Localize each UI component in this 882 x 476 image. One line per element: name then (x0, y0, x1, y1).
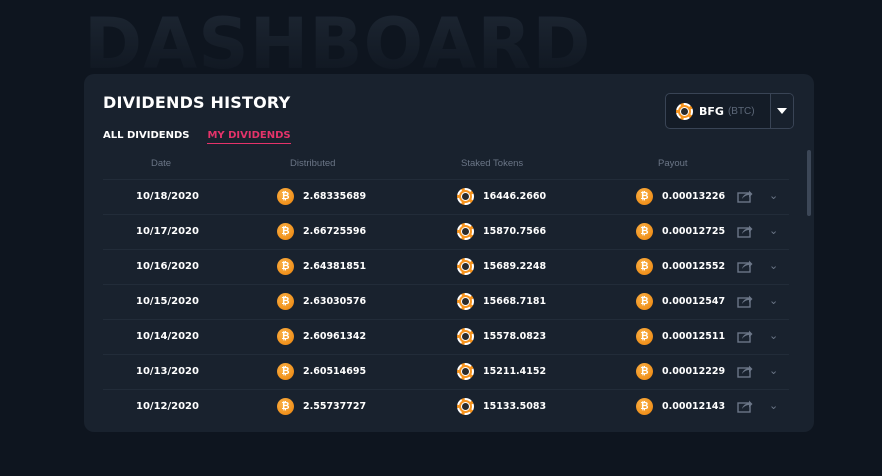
row-staked-tokens: 15668.7181 (483, 296, 547, 307)
bfg-chip-icon (457, 188, 474, 205)
bfg-chip-icon (676, 102, 693, 120)
row-date: 10/12/2020 (136, 401, 199, 412)
chevron-down-icon[interactable]: ⌄ (769, 224, 778, 237)
btc-icon: ₿ (277, 398, 294, 415)
row-distributed: 2.60514695 (303, 366, 367, 377)
row-date: 10/17/2020 (136, 226, 199, 237)
token-selector[interactable]: BFG (BTC) (665, 93, 794, 129)
selector-dropdown-button[interactable] (770, 94, 793, 128)
btc-icon: ₿ (636, 223, 653, 240)
bfg-chip-icon (457, 293, 474, 310)
token-sub-label: (BTC) (727, 105, 755, 117)
row-payout: 0.00012143 (662, 401, 726, 412)
btc-icon: ₿ (636, 258, 653, 275)
table-row: 10/13/2020 ₿ 2.60514695 15211.4152 ₿ 0.000… (103, 354, 789, 389)
column-header-payout: Payout (658, 158, 688, 169)
bfg-chip-icon (457, 363, 474, 380)
row-staked-tokens: 16446.2660 (483, 191, 547, 202)
btc-icon: ₿ (636, 188, 653, 205)
row-payout: 0.00012229 (662, 366, 726, 377)
chevron-down-icon[interactable]: ⌄ (769, 259, 778, 272)
tab-all-dividends[interactable]: ALL DIVIDENDS (103, 130, 189, 144)
share-icon[interactable] (737, 224, 753, 238)
table-row: 10/15/2020 ₿ 2.63030576 15668.7181 ₿ 0.000… (103, 284, 789, 319)
btc-icon: ₿ (636, 293, 653, 310)
btc-icon: ₿ (277, 328, 294, 345)
btc-icon: ₿ (636, 328, 653, 345)
chevron-down-icon[interactable]: ⌄ (769, 364, 778, 377)
share-icon[interactable] (737, 259, 753, 273)
table-row: 10/17/2020 ₿ 2.66725596 15870.7566 ₿ 0.000… (103, 214, 789, 249)
btc-icon: ₿ (277, 223, 294, 240)
column-header-staked-tokens: Staked Tokens (461, 158, 524, 169)
card-title: DIVIDENDS HISTORY (103, 93, 291, 112)
row-staked-tokens: 15578.0823 (483, 331, 547, 342)
table-header: Date Distributed Staked Tokens Payout (103, 158, 789, 178)
chevron-down-icon[interactable]: ⌄ (769, 189, 778, 202)
btc-icon: ₿ (277, 363, 294, 380)
row-distributed: 2.55737727 (303, 401, 367, 412)
table-row: 10/14/2020 ₿ 2.60961342 15578.0823 ₿ 0.000… (103, 319, 789, 354)
token-symbol: BFG (699, 104, 724, 118)
row-payout: 0.00012552 (662, 261, 726, 272)
bfg-chip-icon (457, 328, 474, 345)
chevron-down-icon[interactable]: ⌄ (769, 329, 778, 342)
bfg-chip-icon (457, 258, 474, 275)
btc-icon: ₿ (636, 398, 653, 415)
table-scrollbar[interactable] (807, 150, 811, 216)
row-date: 10/15/2020 (136, 296, 199, 307)
dividends-history-card: DIVIDENDS HISTORY ALL DIVIDENDS MY DIVID… (84, 74, 814, 432)
dividend-tabs: ALL DIVIDENDS MY DIVIDENDS (103, 130, 309, 144)
caret-down-icon (777, 108, 787, 114)
background-title: DASHBOARD (84, 3, 592, 85)
row-distributed: 2.60961342 (303, 331, 367, 342)
chevron-down-icon[interactable]: ⌄ (769, 399, 778, 412)
column-header-distributed: Distributed (290, 158, 336, 169)
btc-icon: ₿ (277, 258, 294, 275)
tab-my-dividends[interactable]: MY DIVIDENDS (207, 130, 291, 144)
dividends-table-body: 10/18/2020 ₿ 2.68335689 16446.2660 ₿ 0.000… (103, 179, 789, 424)
row-payout: 0.00012725 (662, 226, 726, 237)
table-row: 10/12/2020 ₿ 2.55737727 15133.5083 ₿ 0.000… (103, 389, 789, 424)
row-distributed: 2.66725596 (303, 226, 367, 237)
column-header-date: Date (151, 158, 172, 169)
row-staked-tokens: 15870.7566 (483, 226, 547, 237)
row-staked-tokens: 15211.4152 (483, 366, 547, 377)
bfg-chip-icon (457, 398, 474, 415)
row-date: 10/14/2020 (136, 331, 199, 342)
table-row: 10/16/2020 ₿ 2.64381851 15689.2248 ₿ 0.000… (103, 249, 789, 284)
row-payout: 0.00012511 (662, 331, 726, 342)
share-icon[interactable] (737, 364, 753, 378)
row-payout: 0.00013226 (662, 191, 726, 202)
row-staked-tokens: 15689.2248 (483, 261, 547, 272)
row-distributed: 2.68335689 (303, 191, 367, 202)
btc-icon: ₿ (277, 188, 294, 205)
chevron-down-icon[interactable]: ⌄ (769, 294, 778, 307)
share-icon[interactable] (737, 399, 753, 413)
row-payout: 0.00012547 (662, 296, 726, 307)
btc-icon: ₿ (636, 363, 653, 380)
btc-icon: ₿ (277, 293, 294, 310)
row-staked-tokens: 15133.5083 (483, 401, 547, 412)
share-icon[interactable] (737, 189, 753, 203)
row-distributed: 2.63030576 (303, 296, 367, 307)
row-date: 10/18/2020 (136, 191, 199, 202)
row-date: 10/16/2020 (136, 261, 199, 272)
share-icon[interactable] (737, 329, 753, 343)
table-row: 10/18/2020 ₿ 2.68335689 16446.2660 ₿ 0.000… (103, 179, 789, 214)
bfg-chip-icon (457, 223, 474, 240)
row-distributed: 2.64381851 (303, 261, 367, 272)
row-date: 10/13/2020 (136, 366, 199, 377)
share-icon[interactable] (737, 294, 753, 308)
